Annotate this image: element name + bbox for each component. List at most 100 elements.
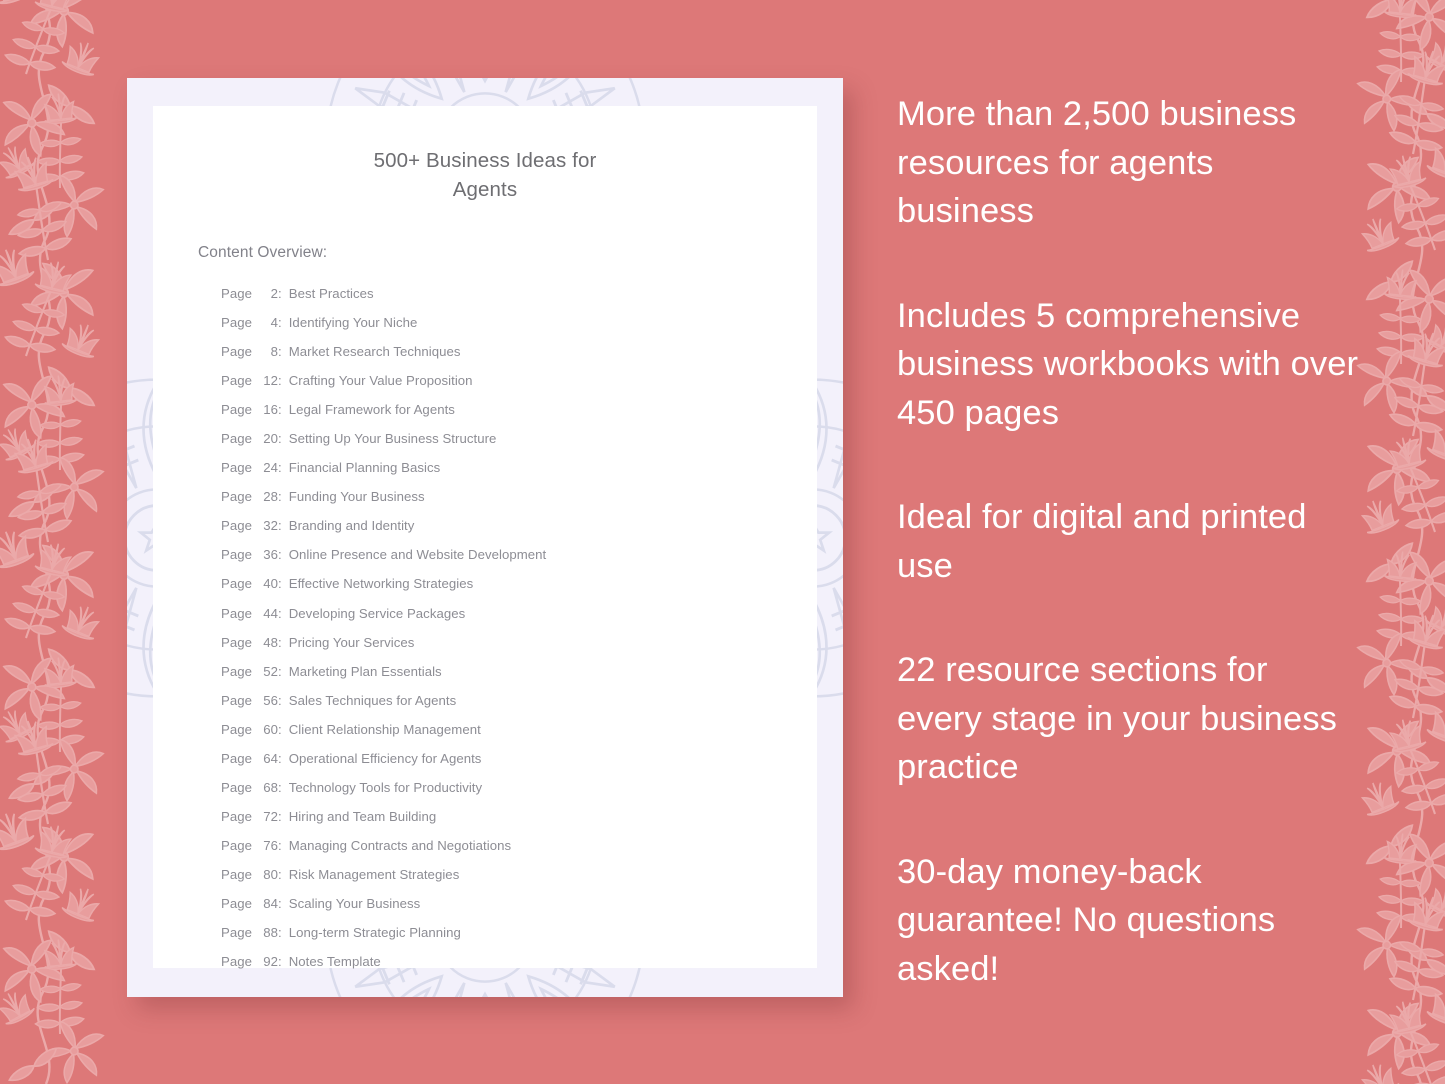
toc-entry-title: Developing Service Packages — [288, 605, 466, 621]
toc-page-number: 84 — [263, 895, 278, 911]
toc-page-number: 76 — [263, 837, 278, 853]
toc-colon: : — [278, 779, 282, 795]
toc-page-word: Page — [221, 460, 252, 476]
toc-entry-title: Technology Tools for Productivity — [288, 779, 483, 795]
promo-text-block: 30-day money-back guarantee! No question… — [897, 852, 1276, 988]
toc-page-word: Page — [221, 779, 252, 795]
toc-page-number: 2 — [270, 286, 278, 301]
toc-colon: : — [278, 547, 282, 563]
toc-entry-title: Risk Management Strategies — [288, 866, 460, 882]
list-item: Page 60: Client Relationship Management — [221, 715, 817, 744]
toc-entry-title: Financial Planning Basics — [288, 460, 441, 476]
toc-page-number: 88 — [263, 925, 278, 941]
toc-entry-title: Operational Efficiency for Agents — [288, 750, 482, 766]
toc-page-number: 8 — [270, 344, 278, 360]
toc-page-word: Page — [221, 576, 252, 592]
list-item: Page 44: Developing Service Packages — [221, 599, 817, 628]
toc-entry-title: Legal Framework for Agents — [288, 402, 455, 418]
toc-page-number: 24 — [263, 460, 278, 476]
toc-colon: : — [278, 895, 282, 911]
list-item: Page 2: Best Practices — [221, 279, 817, 308]
toc-page-word: Page — [221, 286, 252, 301]
table-of-contents-list: Page 2: Best Practices Page 4: Identifying Yo… — [153, 262, 817, 976]
list-item: Page 40: Effective Networking Strategies — [221, 569, 817, 598]
toc-colon: : — [278, 663, 282, 679]
toc-page-word: Page — [221, 373, 252, 389]
toc-entry-title: Long-term Strategic Planning — [288, 925, 461, 941]
toc-colon: : — [278, 373, 282, 389]
toc-page-word: Page — [221, 925, 252, 941]
list-item: Page 8: Market Research Techniques — [221, 337, 817, 366]
list-item: Page 56: Sales Techniques for Agents — [221, 686, 817, 715]
toc-page-word: Page — [221, 663, 252, 679]
page-title-line-2: Agents — [452, 178, 518, 201]
toc-colon: : — [278, 576, 282, 592]
toc-colon: : — [278, 750, 282, 766]
toc-colon: : — [278, 431, 282, 447]
toc-page-word: Page — [221, 547, 252, 563]
toc-entry-title: Branding and Identity — [288, 518, 415, 534]
toc-page-number: 36 — [263, 547, 278, 563]
list-item: Page 36: Online Presence and Website Devel… — [221, 540, 817, 569]
toc-page-number: 32 — [263, 518, 278, 534]
toc-entry-title: Marketing Plan Essentials — [288, 663, 442, 679]
toc-entry-title: Sales Techniques for Agents — [288, 692, 457, 708]
toc-page-word: Page — [221, 866, 252, 882]
toc-page-number: 92 — [263, 954, 278, 970]
list-item: Page 16: Legal Framework for Agents — [221, 395, 817, 424]
promo-text-block: Includes 5 comprehensive business workbo… — [897, 296, 1359, 432]
list-item: Page 68: Technology Tools for Productivity — [221, 773, 817, 802]
toc-page-number: 48 — [263, 634, 278, 650]
toc-page-word: Page — [221, 489, 252, 505]
toc-page-number: 20 — [263, 431, 278, 447]
promo-text-block: More than 2,500 business resources for a… — [897, 95, 1297, 230]
toc-page-number: 60 — [263, 721, 278, 737]
toc-colon: : — [278, 605, 282, 621]
content-overview-label: Content Overview: — [198, 244, 328, 261]
toc-entry-title: Identifying Your Niche — [288, 315, 418, 331]
toc-page-word: Page — [221, 344, 252, 360]
list-item: Page 92: Notes Template — [221, 947, 817, 976]
list-item: Page 72: Hiring and Team Building — [221, 802, 817, 831]
toc-entry-title: Crafting Your Value Proposition — [288, 373, 473, 389]
toc-page-word: Page — [221, 750, 252, 766]
toc-colon: : — [278, 837, 282, 853]
toc-entry-title: Notes Template — [288, 954, 381, 970]
toc-colon: : — [278, 634, 282, 650]
toc-page-number: 80 — [263, 866, 278, 882]
toc-page-word: Page — [221, 431, 252, 447]
toc-page-word: Page — [221, 315, 252, 331]
toc-colon: : — [278, 518, 282, 534]
list-item: Page 48: Pricing Your Services — [221, 628, 817, 657]
list-item: Page 20: Setting Up Your Business Structur… — [221, 424, 817, 453]
toc-page-word: Page — [221, 605, 252, 621]
toc-page-number: 72 — [263, 808, 278, 824]
toc-colon: : — [278, 808, 282, 824]
toc-colon: : — [278, 315, 282, 331]
toc-entry-title: Online Presence and Website Development — [288, 547, 547, 563]
promo-column: More than 2,500 business resources for a… — [897, 90, 1359, 993]
floral-vine-border-icon — [0, 0, 136, 1084]
toc-page-word: Page — [221, 634, 252, 650]
toc-colon: : — [278, 721, 282, 737]
toc-entry-title: Market Research Techniques — [288, 344, 461, 360]
toc-page-number: 44 — [263, 605, 278, 621]
toc-page-number: 64 — [263, 750, 278, 766]
toc-page-number: 4 — [270, 315, 278, 331]
list-item: Page 32: Branding and Identity — [221, 511, 817, 540]
promo-text-block: 22 resource sections for every stage in … — [897, 651, 1338, 786]
list-item: Page 88: Long-term Strategic Planning — [221, 918, 817, 947]
page-title: 500+ Business Ideas for Agents — [153, 106, 817, 204]
list-item: Page 4: Identifying Your Niche — [221, 308, 817, 337]
list-item: Page 80: Risk Management Strategies — [221, 860, 817, 889]
list-item: Page 76: Managing Contracts and Negotiatio… — [221, 831, 817, 860]
document-preview-card: 500+ Business Ideas for Agents Content O… — [127, 78, 843, 997]
toc-page-number: 52 — [263, 663, 278, 679]
toc-entry-title: Scaling Your Business — [288, 895, 421, 911]
toc-page-word: Page — [221, 402, 252, 418]
toc-page-word: Page — [221, 692, 252, 708]
list-item: Page 12: Crafting Your Value Proposition — [221, 366, 817, 395]
list-item: Page 28: Funding Your Business — [221, 482, 817, 511]
toc-page-word: Page — [221, 518, 252, 534]
toc-colon: : — [278, 954, 282, 970]
